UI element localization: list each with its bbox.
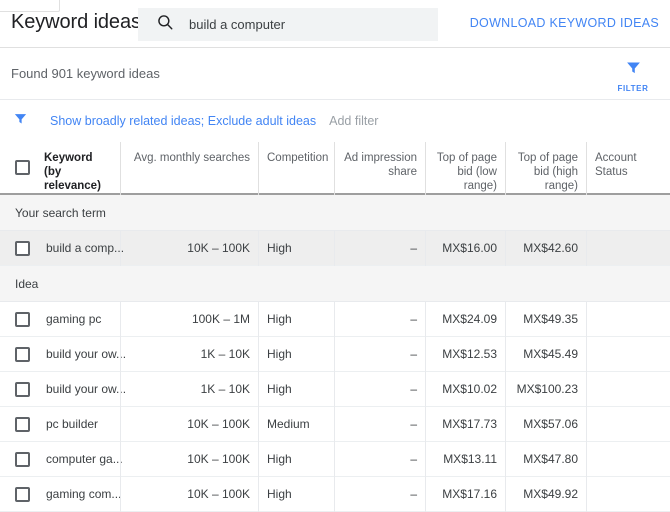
cell-bid-low: MX$10.02	[425, 372, 505, 407]
search-input-value: build a computer	[189, 17, 286, 32]
group-label: Idea	[15, 276, 39, 291]
cell-competition: Medium	[258, 407, 334, 442]
cell-bid-low: MX$16.00	[425, 231, 505, 266]
cell-competition: High	[258, 302, 334, 337]
cell-account-status	[586, 407, 670, 442]
cell-avg-monthly-searches: 1K – 10K	[120, 372, 258, 407]
cell-bid-high: MX$42.60	[505, 231, 586, 266]
cell-ad-impression-share: –	[334, 407, 425, 442]
found-count-text: Found 901 keyword ideas	[11, 66, 160, 81]
filter-chips-bar: Show broadly related ideas; Exclude adul…	[0, 100, 670, 142]
table-row[interactable]: computer ga... 10K – 100K High – MX$13.1…	[0, 442, 670, 477]
table-row[interactable]: build your ow... 1K – 10K High – MX$12.5…	[0, 337, 670, 372]
page-title: Keyword ideas	[11, 11, 141, 33]
column-header-bid-low[interactable]: Top of page bid (low range)	[425, 142, 505, 195]
cell-competition: High	[258, 442, 334, 477]
cell-account-status	[586, 337, 670, 372]
cell-ad-impression-share: –	[334, 302, 425, 337]
keyword-ideas-page: Keyword ideas build a computer DOWNLOAD …	[0, 0, 670, 512]
table-row[interactable]: gaming pc 100K – 1M High – MX$24.09 MX$4…	[0, 302, 670, 337]
cell-avg-monthly-searches: 10K – 100K	[120, 477, 258, 512]
cell-avg-monthly-searches: 10K – 100K	[120, 442, 258, 477]
cell-ad-impression-share: –	[334, 231, 425, 266]
search-input[interactable]: build a computer	[138, 8, 438, 41]
cell-bid-high: MX$57.06	[505, 407, 586, 442]
search-icon	[156, 13, 174, 36]
page-header: Keyword ideas build a computer DOWNLOAD …	[0, 0, 670, 48]
cell-competition: High	[258, 337, 334, 372]
table-row[interactable]: pc builder 10K – 100K Medium – MX$17.73 …	[0, 407, 670, 442]
filter-button-label: FILTER	[617, 84, 649, 93]
add-filter-button[interactable]: Add filter	[329, 114, 378, 128]
cell-account-status	[586, 442, 670, 477]
cell-bid-high: MX$49.35	[505, 302, 586, 337]
cell-ad-impression-share: –	[334, 477, 425, 512]
results-info-bar: Found 901 keyword ideas FILTER	[0, 48, 670, 100]
funnel-icon	[609, 59, 657, 81]
cell-bid-low: MX$13.11	[425, 442, 505, 477]
cell-bid-low: MX$17.16	[425, 477, 505, 512]
table-row[interactable]: build a comp... 10K – 100K High – MX$16.…	[0, 231, 670, 266]
column-header-keyword[interactable]: Keyword (by relevance)	[0, 142, 120, 195]
cell-account-status	[586, 231, 670, 266]
cell-account-status	[586, 302, 670, 337]
cell-bid-low: MX$24.09	[425, 302, 505, 337]
active-filters-chip[interactable]: Show broadly related ideas; Exclude adul…	[50, 114, 316, 128]
table-row[interactable]: build your ow... 1K – 10K High – MX$10.0…	[0, 372, 670, 407]
group-header-row: Your search term	[0, 195, 670, 231]
cell-avg-monthly-searches: 1K – 10K	[120, 337, 258, 372]
funnel-icon-small	[13, 111, 28, 131]
column-header-ad-impression-share[interactable]: Ad impression share	[334, 142, 425, 195]
table-row[interactable]: gaming com... 10K – 100K High – MX$17.16…	[0, 477, 670, 512]
cell-bid-high: MX$47.80	[505, 442, 586, 477]
cell-bid-low: MX$12.53	[425, 337, 505, 372]
filter-button[interactable]: FILTER	[609, 59, 657, 93]
download-keyword-ideas-button[interactable]: DOWNLOAD KEYWORD IDEAS	[470, 16, 659, 30]
cell-bid-high: MX$49.92	[505, 477, 586, 512]
group-label: Your search term	[15, 205, 106, 220]
column-header-bid-high[interactable]: Top of page bid (high range)	[505, 142, 586, 195]
cell-ad-impression-share: –	[334, 372, 425, 407]
cell-competition: High	[258, 231, 334, 266]
cell-avg-monthly-searches: 10K – 100K	[120, 231, 258, 266]
column-header-account-status[interactable]: Account Status	[586, 142, 670, 195]
cell-account-status	[586, 477, 670, 512]
cell-avg-monthly-searches: 10K – 100K	[120, 407, 258, 442]
cell-ad-impression-share: –	[334, 442, 425, 477]
cell-account-status	[586, 372, 670, 407]
cell-avg-monthly-searches: 100K – 1M	[120, 302, 258, 337]
column-header-avg-monthly-searches[interactable]: Avg. monthly searches	[120, 142, 258, 195]
keyword-ideas-table: Keyword (by relevance) Avg. monthly sear…	[0, 142, 670, 512]
column-header-competition[interactable]: Competition	[258, 142, 334, 195]
table-header-row: Keyword (by relevance) Avg. monthly sear…	[0, 142, 670, 195]
cell-competition: High	[258, 372, 334, 407]
group-header-row: Idea	[0, 266, 670, 302]
cell-bid-high: MX$45.49	[505, 337, 586, 372]
cell-ad-impression-share: –	[334, 337, 425, 372]
cell-competition: High	[258, 477, 334, 512]
cell-bid-high: MX$100.23	[505, 372, 586, 407]
cell-bid-low: MX$17.73	[425, 407, 505, 442]
